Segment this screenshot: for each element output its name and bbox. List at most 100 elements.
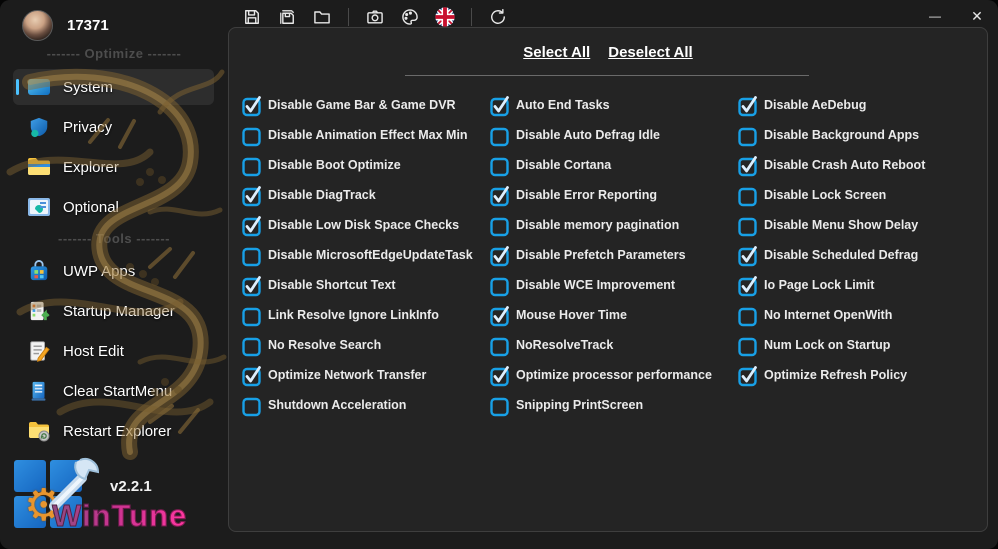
deselect-all-link[interactable]: Deselect All — [608, 44, 693, 61]
checkbox-unchecked-icon[interactable] — [738, 126, 757, 146]
checkbox-unchecked-icon[interactable] — [490, 336, 509, 356]
checkbox-checked-icon[interactable] — [738, 155, 757, 176]
checkbox-checked-icon[interactable] — [242, 215, 261, 236]
checkbox-item[interactable]: Num Lock on Startup — [738, 330, 986, 360]
checkbox-checked-icon[interactable] — [490, 365, 509, 386]
checkbox-item[interactable]: Disable MicrosoftEdgeUpdateTask — [242, 240, 490, 270]
checkbox-item[interactable]: Disable Animation Effect Max Min — [242, 120, 490, 150]
checkbox-item[interactable]: Disable Error Reporting — [490, 180, 738, 210]
checkbox-checked-icon[interactable] — [242, 95, 261, 116]
app-window: 17371 ------- Optimize ------- ------- T… — [0, 0, 998, 549]
checkbox-item[interactable]: Io Page Lock Limit — [738, 270, 986, 300]
checkbox-item[interactable]: No Internet OpenWith — [738, 300, 986, 330]
checkbox-item[interactable]: Disable Lock Screen — [738, 180, 986, 210]
checkbox-unchecked-icon[interactable] — [242, 306, 261, 326]
checkbox-unchecked-icon[interactable] — [490, 126, 509, 146]
sidebar-item-restart-explorer[interactable]: Restart Explorer — [13, 413, 214, 449]
sidebar-item-uwp-apps[interactable]: UWP Apps — [13, 253, 214, 289]
checkbox-unchecked-icon[interactable] — [490, 156, 509, 176]
checkbox-item[interactable]: Optimize Network Transfer — [242, 360, 490, 390]
sidebar-item-host-edit[interactable]: Host Edit — [13, 333, 214, 369]
checkbox-unchecked-icon[interactable] — [738, 186, 757, 206]
logo-wordmark: WinTune — [51, 498, 188, 534]
checkbox-checked-icon[interactable] — [490, 305, 509, 326]
checkbox-label: Disable Low Disk Space Checks — [268, 218, 460, 232]
checkbox-item[interactable]: Disable Crash Auto Reboot — [738, 150, 986, 180]
checkbox-item[interactable]: Disable Menu Show Delay — [738, 210, 986, 240]
sidebar-item-system[interactable]: System — [13, 69, 214, 105]
select-all-link[interactable]: Select All — [523, 44, 590, 61]
checkbox-unchecked-icon[interactable] — [242, 396, 261, 416]
checkbox-checked-icon[interactable] — [490, 95, 509, 116]
checkbox-item[interactable]: Disable memory pagination — [490, 210, 738, 240]
checkbox-item[interactable]: Optimize Refresh Policy — [738, 360, 986, 390]
checkbox-checked-icon[interactable] — [242, 275, 261, 296]
checkbox-label: Auto End Tasks — [516, 98, 610, 112]
app-logo: ⚙ v2.2.1 WinTune — [12, 458, 222, 544]
checkbox-unchecked-icon[interactable] — [738, 306, 757, 326]
checkbox-label: Disable Shortcut Text — [268, 278, 396, 292]
checkbox-unchecked-icon[interactable] — [242, 126, 261, 146]
section-optimize-label: ------- Optimize ------- — [46, 46, 182, 61]
checkbox-checked-icon[interactable] — [738, 275, 757, 296]
checkbox-unchecked-icon[interactable] — [490, 216, 509, 236]
checkbox-item[interactable]: Disable Boot Optimize — [242, 150, 490, 180]
checkbox-item[interactable]: Mouse Hover Time — [490, 300, 738, 330]
checkbox-item[interactable]: Shutdown Acceleration — [242, 390, 490, 420]
checkbox-label: Disable Game Bar & Game DVR — [268, 98, 456, 112]
sidebar-item-explorer[interactable]: Explorer — [13, 149, 214, 185]
checkbox-checked-icon[interactable] — [242, 365, 261, 386]
checkbox-item[interactable]: Optimize processor performance — [490, 360, 738, 390]
checkbox-item[interactable]: NoResolveTrack — [490, 330, 738, 360]
checkbox-checked-icon[interactable] — [738, 245, 757, 266]
sidebar-item-optional[interactable]: Optional — [13, 189, 214, 225]
save-icon — [242, 7, 262, 27]
checkbox-item[interactable]: Disable Scheduled Defrag — [738, 240, 986, 270]
checkbox-checked-icon[interactable] — [490, 245, 509, 266]
checkbox-item[interactable]: Link Resolve Ignore LinkInfo — [242, 300, 490, 330]
sidebar-item-label: Host Edit — [63, 342, 124, 360]
checkbox-item[interactable]: No Resolve Search — [242, 330, 490, 360]
checkbox-item[interactable]: Disable AeDebug — [738, 90, 986, 120]
checkbox-label: Disable DiagTrack — [268, 188, 376, 202]
open-folder-icon — [312, 7, 332, 27]
checkbox-checked-icon[interactable] — [738, 95, 757, 116]
sidebar: 17371 ------- Optimize ------- ------- T… — [0, 0, 228, 549]
checkbox-item[interactable]: Disable WCE Improvement — [490, 270, 738, 300]
checkbox-unchecked-icon[interactable] — [242, 336, 261, 356]
checkbox-unchecked-icon[interactable] — [242, 156, 261, 176]
sidebar-item-label: Startup Manager — [63, 302, 175, 320]
checkbox-item[interactable]: Auto End Tasks — [490, 90, 738, 120]
sidebar-item-label: Clear StartMenu — [63, 382, 173, 400]
header-divider — [405, 75, 809, 76]
panel-header: Select All Deselect All — [229, 44, 987, 61]
checkbox-item[interactable]: Disable Low Disk Space Checks — [242, 210, 490, 240]
checkbox-item[interactable]: Disable Auto Defrag Idle — [490, 120, 738, 150]
checkbox-unchecked-icon[interactable] — [738, 216, 757, 236]
sidebar-item-clear-startmenu[interactable]: Clear StartMenu — [13, 373, 214, 409]
sidebar-item-label: Explorer — [63, 158, 119, 176]
checkbox-unchecked-icon[interactable] — [738, 336, 757, 356]
checkbox-item[interactable]: Disable DiagTrack — [242, 180, 490, 210]
checkbox-label: Disable WCE Improvement — [516, 278, 676, 292]
checkbox-unchecked-icon[interactable] — [490, 396, 509, 416]
tweaks-column-1: Disable Game Bar & Game DVR Disable Anim… — [242, 90, 490, 420]
checkbox-item[interactable]: Disable Background Apps — [738, 120, 986, 150]
checkbox-item[interactable]: Disable Shortcut Text — [242, 270, 490, 300]
main-panel: Select All Deselect All Disable Game Bar… — [228, 27, 988, 532]
checkbox-checked-icon[interactable] — [490, 185, 509, 206]
sidebar-item-label: Restart Explorer — [63, 422, 172, 440]
checkbox-item[interactable]: Snipping PrintScreen — [490, 390, 738, 420]
checkbox-item[interactable]: Disable Game Bar & Game DVR — [242, 90, 490, 120]
checkbox-unchecked-icon[interactable] — [490, 276, 509, 296]
checkbox-item[interactable]: Disable Cortana — [490, 150, 738, 180]
checkbox-unchecked-icon[interactable] — [242, 246, 261, 266]
selected-accent-bar — [16, 119, 19, 135]
checkbox-checked-icon[interactable] — [738, 365, 757, 386]
checkbox-item[interactable]: Disable Prefetch Parameters — [490, 240, 738, 270]
checkbox-label: Link Resolve Ignore LinkInfo — [268, 308, 439, 322]
sidebar-item-privacy[interactable]: Privacy — [13, 109, 214, 145]
checkbox-checked-icon[interactable] — [242, 185, 261, 206]
sidebar-item-startup-manager[interactable]: Startup Manager — [13, 293, 214, 329]
sidebar-item-label: UWP Apps — [63, 262, 136, 280]
